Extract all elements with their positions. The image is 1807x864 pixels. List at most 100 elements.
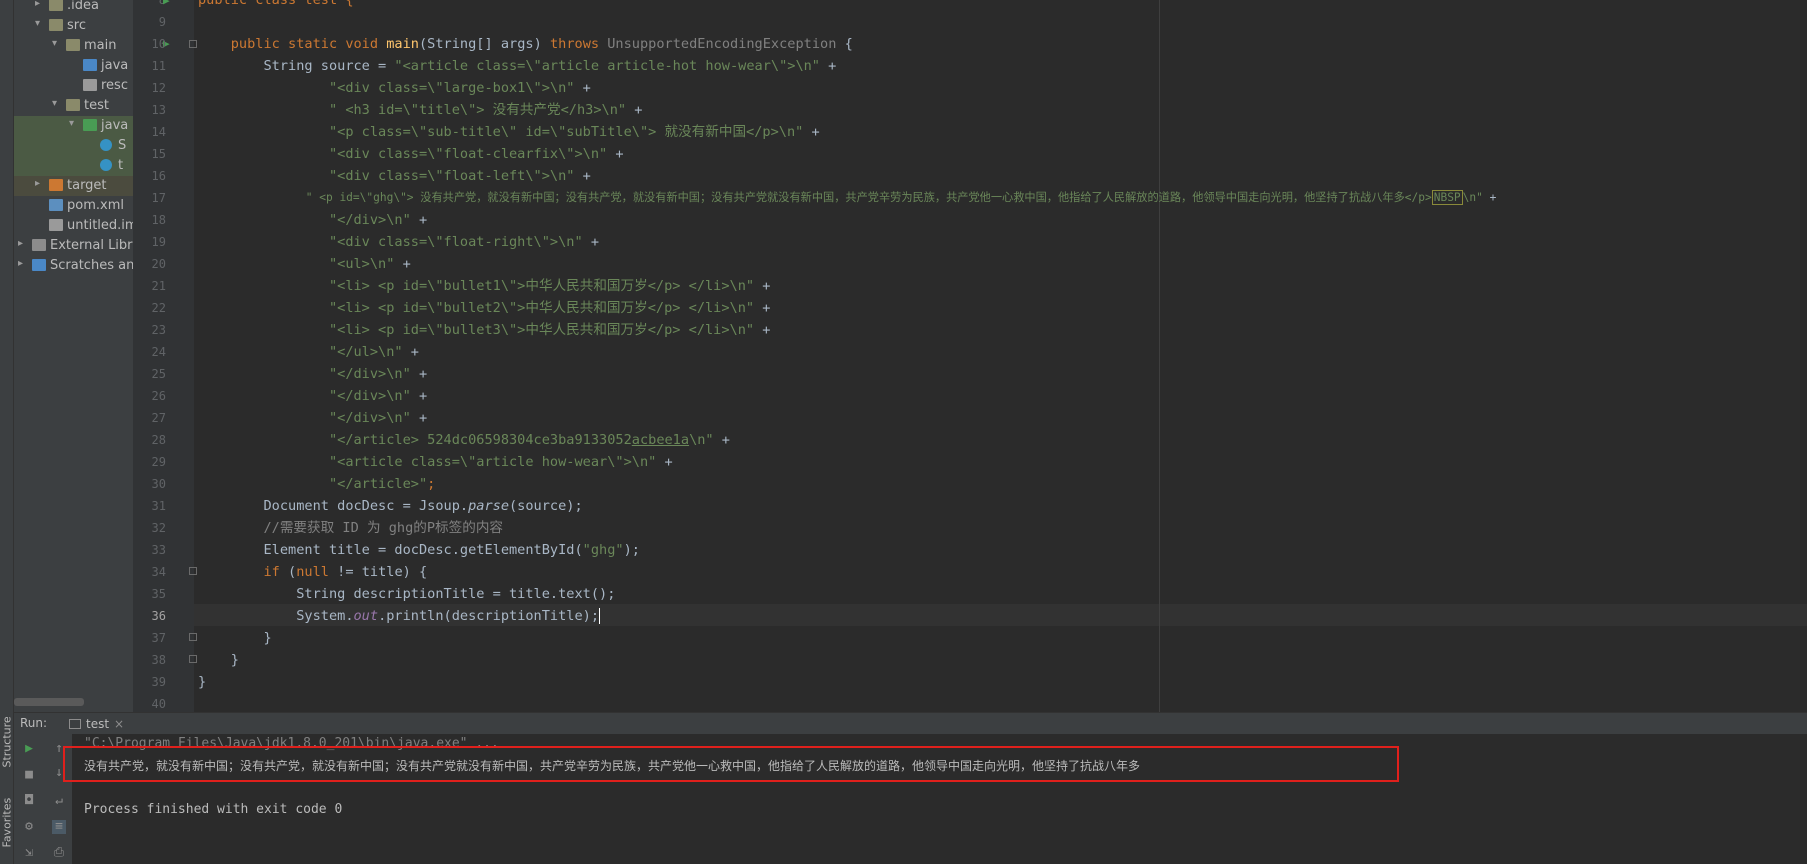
code-line: "</article>"; xyxy=(198,476,436,492)
camera-icon[interactable]: ◘ xyxy=(22,794,36,808)
console-tab-icon xyxy=(69,719,81,729)
tree-item[interactable]: ▾ test xyxy=(14,96,133,116)
code-line: "<li> <p id=\"bullet1\">中华人民共和国万岁</p> </… xyxy=(198,278,771,294)
chevron-right-icon[interactable]: ▸ xyxy=(18,258,28,269)
line-number: 31 xyxy=(151,499,166,513)
code-line: "<article class=\"article how-wear\">\n"… xyxy=(198,454,673,470)
project-tree: ▸ .idea ▾ src ▾ main java resc ▾ test ▾ java St ▸ targ… xyxy=(14,0,133,712)
line-number: 14 xyxy=(151,125,166,139)
settings-icon[interactable]: ⚙ xyxy=(22,820,36,834)
chevron-down-icon[interactable]: ▾ xyxy=(35,18,45,29)
structure-tab[interactable]: Structure xyxy=(1,716,14,767)
code-line: System.out.println(descriptionTitle); xyxy=(198,608,601,624)
tree-item[interactable]: ▸ External Libra xyxy=(14,236,133,256)
favorites-tab[interactable]: Favorites xyxy=(1,798,14,848)
tree-item-label: resc xyxy=(101,78,128,93)
code-line: String source = "<article class=\"articl… xyxy=(198,58,837,74)
soft-wrap-icon[interactable]: ↵ xyxy=(52,794,66,808)
code-line: "<li> <p id=\"bullet3\">中华人民共和国万岁</p> </… xyxy=(198,322,771,338)
line-number: 30 xyxy=(151,477,166,491)
run-toolbar: ▶ ■ ◘ ⚙ ⇲ xyxy=(14,734,46,864)
tree-item-label: External Libra xyxy=(50,238,133,253)
chevron-down-icon[interactable]: ▾ xyxy=(52,98,62,109)
line-number: 39 xyxy=(151,675,166,689)
highlight-box xyxy=(63,746,1399,782)
print-icon[interactable]: ⎙ xyxy=(52,846,66,860)
tree-item[interactable]: untitled.im xyxy=(14,216,133,236)
tree-item[interactable]: ▸ .idea xyxy=(14,0,133,16)
line-number: 22 xyxy=(151,301,166,315)
code-line: "</ul>\n" + xyxy=(198,344,419,360)
rerun-icon[interactable]: ▶ xyxy=(22,742,36,756)
line-number: 24 xyxy=(151,345,166,359)
code-line: Element title = docDesc.getElementById("… xyxy=(198,542,640,558)
tree-item-label: pom.xml xyxy=(67,198,124,213)
line-number: 35 xyxy=(151,587,166,601)
run-tab-label: test xyxy=(86,717,110,731)
line-number: 37 xyxy=(151,631,166,645)
line-number: 8 xyxy=(158,0,166,7)
tree-item-label: .idea xyxy=(67,0,99,13)
line-number: 15 xyxy=(151,147,166,161)
code-line: "</div>\n" + xyxy=(198,388,428,404)
code-line: public static void main(String[] args) t… xyxy=(198,36,853,52)
tree-item-label: t xyxy=(118,158,124,173)
tree-item[interactable]: ▾ src xyxy=(14,16,133,36)
line-number: 20 xyxy=(151,257,166,271)
line-number: 38 xyxy=(151,653,166,667)
line-number: 34 xyxy=(151,565,166,579)
tree-item[interactable]: t xyxy=(14,156,133,176)
code-editor[interactable]: public class test { public static void m… xyxy=(194,0,1807,712)
tree-item[interactable]: pom.xml xyxy=(14,196,133,216)
code-line: public class test { xyxy=(198,0,354,8)
library-icon xyxy=(32,239,46,251)
resources-folder-icon xyxy=(83,79,97,91)
line-number: 29 xyxy=(151,455,166,469)
run-gutter-icon[interactable]: ▶ xyxy=(163,0,170,7)
chevron-right-icon[interactable]: ▸ xyxy=(35,178,45,189)
tree-item[interactable]: resc xyxy=(14,76,133,96)
line-number: 36 xyxy=(151,609,166,623)
line-number: 10 xyxy=(151,37,166,51)
chevron-right-icon[interactable]: ▸ xyxy=(18,238,28,249)
line-number: 19 xyxy=(151,235,166,249)
code-line: "<li> <p id=\"bullet2\">中华人民共和国万岁</p> </… xyxy=(198,300,771,316)
line-number: 18 xyxy=(151,213,166,227)
tree-item[interactable]: ▸ Scratches and xyxy=(14,256,133,276)
tree-item-label: Scratches and xyxy=(50,258,133,273)
test-folder-icon xyxy=(83,119,97,131)
close-icon[interactable]: × xyxy=(114,717,124,731)
scroll-to-end-icon[interactable]: ≡ xyxy=(52,820,66,834)
code-line: "<p class=\"sub-title\" id=\"subTitle\">… xyxy=(198,124,820,140)
left-tool-stripe: Structure Favorites xyxy=(0,0,14,864)
restore-layout-icon[interactable]: ⇲ xyxy=(22,846,36,860)
console-exit-line: Process finished with exit code 0 xyxy=(84,802,343,817)
chevron-right-icon[interactable]: ▸ xyxy=(35,0,45,9)
chevron-down-icon[interactable]: ▾ xyxy=(69,118,79,129)
line-number: 16 xyxy=(151,169,166,183)
tree-item-label: untitled.im xyxy=(67,218,133,233)
text-caret xyxy=(599,608,601,624)
stop-icon[interactable]: ■ xyxy=(22,768,36,782)
tree-item[interactable]: ▸ target xyxy=(14,176,133,196)
tree-item-label: target xyxy=(67,178,107,193)
tree-item-label: src xyxy=(67,18,86,33)
tree-item[interactable]: java xyxy=(14,56,133,76)
folder-icon xyxy=(49,19,63,31)
code-line: "<ul>\n" + xyxy=(198,256,411,272)
horizontal-scrollbar[interactable] xyxy=(14,698,84,706)
code-line: } xyxy=(198,630,272,646)
tree-item[interactable]: ▾ java xyxy=(14,116,133,136)
run-panel-header: Run: test × xyxy=(14,712,1807,737)
code-line: "<div class=\"float-left\">\n" + xyxy=(198,168,591,184)
line-number: 17 xyxy=(151,191,166,205)
tree-item[interactable]: S xyxy=(14,136,133,156)
excluded-folder-icon xyxy=(49,179,63,191)
chevron-down-icon[interactable]: ▾ xyxy=(52,38,62,49)
code-line: } xyxy=(198,652,239,668)
line-number: 11 xyxy=(151,59,166,73)
tree-item[interactable]: ▾ main xyxy=(14,36,133,56)
class-icon xyxy=(100,139,112,151)
tree-item-label: S xyxy=(118,138,127,153)
maven-icon xyxy=(49,199,63,211)
